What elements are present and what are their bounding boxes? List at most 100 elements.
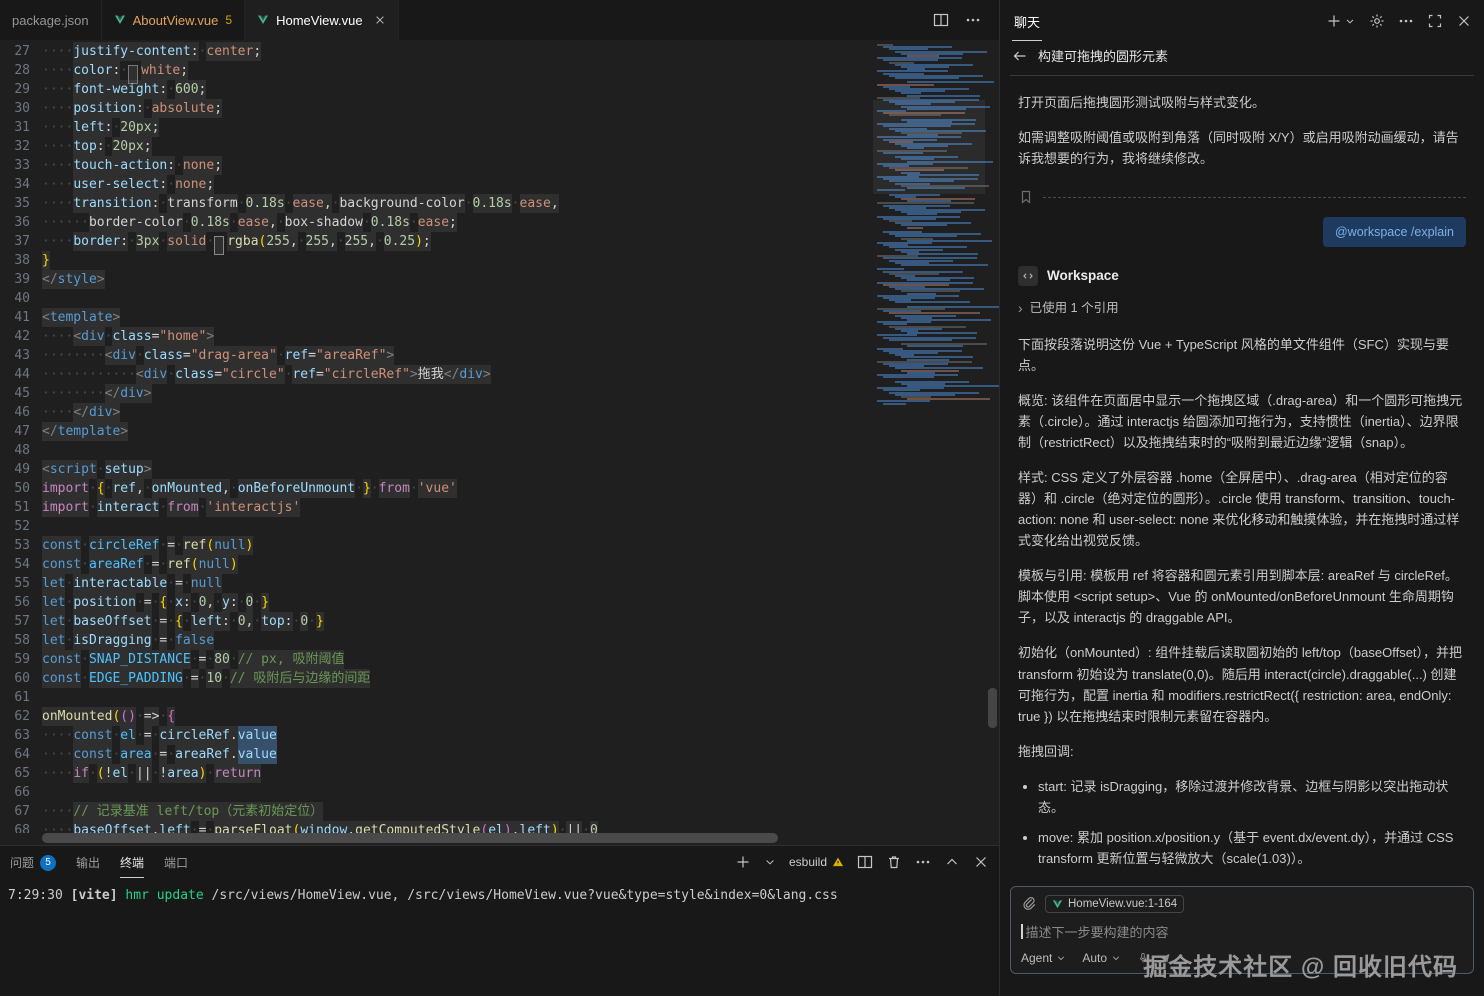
code-line: 40 (0, 289, 869, 308)
line-number: 65 (0, 764, 30, 783)
code-line: 64····const·area·=·areaRef.value (0, 745, 869, 764)
vue-logo-icon (257, 14, 269, 26)
code-line: 39</style> (0, 270, 869, 289)
line-number: 39 (0, 270, 30, 289)
line-number: 32 (0, 137, 30, 156)
split-editor-icon[interactable] (933, 12, 949, 28)
tab-label: package.json (12, 13, 89, 28)
minimap-line (895, 77, 959, 79)
new-terminal-icon[interactable] (735, 854, 751, 870)
code-line: 58let·isDragging·=·false (0, 631, 869, 650)
log-time: 7:29:30 (8, 888, 63, 903)
input-toolbar: Agent Auto (1021, 951, 1463, 965)
tab-aboutview[interactable]: AboutView.vue 5 (102, 0, 245, 40)
tab-package-json[interactable]: package.json (0, 0, 102, 40)
divider-line (1043, 197, 1466, 198)
tab-label: AboutView.vue (133, 13, 219, 28)
line-number: 45 (0, 384, 30, 403)
send-icon[interactable] (1159, 952, 1171, 964)
bookmark-icon[interactable] (1018, 189, 1034, 205)
horizontal-scrollbar[interactable] (42, 833, 778, 843)
chat-panel: 聊天 构建可拖拽的圆形元素 打开页面后拖拽圆形测试吸附与样式变化。如需调整吸附阈… (999, 0, 1484, 996)
line-number: 36 (0, 213, 30, 232)
open-in-editor-icon[interactable] (1427, 13, 1443, 29)
split-terminal-icon[interactable] (857, 854, 873, 870)
mic-icon[interactable] (1137, 952, 1149, 964)
close-icon[interactable] (1456, 13, 1472, 29)
terminal-actions: esbuild (735, 854, 989, 870)
chat-input-box[interactable]: HomeView.vue:1-164 描述下一步要构建的内容 Agent Aut… (1010, 886, 1474, 974)
line-number: 68 (0, 821, 30, 833)
close-panel-icon[interactable] (973, 854, 989, 870)
new-chat-button[interactable] (1326, 13, 1356, 29)
code-lines: 27····justify-content:·center;28····colo… (0, 42, 869, 833)
panel-tab-label: 问题 (10, 854, 34, 871)
prompt-input[interactable]: 描述下一步要构建的内容 (1021, 922, 1463, 941)
gear-icon[interactable] (1369, 13, 1385, 29)
assistant-paragraph: 样式: CSS 定义了外层容器 .home（全屏居中）、.drag-area（相… (1018, 467, 1466, 551)
paperclip-icon[interactable] (1021, 896, 1037, 912)
callback-item: start: 记录 isDragging，移除过渡并修改背景、边框与阴影以突出拖… (1038, 776, 1466, 818)
code-line: 37····border:·3px·solid·rgba(255,·255,·2… (0, 232, 869, 251)
line-number: 28 (0, 61, 30, 80)
line-number: 34 (0, 175, 30, 194)
tab-homeview[interactable]: HomeView.vue (245, 0, 398, 40)
line-number: 49 (0, 460, 30, 479)
model-label: Auto (1082, 951, 1107, 965)
line-number: 38 (0, 251, 30, 270)
log-action: hmr update (125, 888, 203, 903)
close-icon[interactable] (374, 14, 386, 26)
panel-tab-output[interactable]: 输出 (76, 847, 100, 877)
code-line: 38} (0, 251, 869, 270)
mode-picker[interactable]: Agent (1021, 951, 1066, 965)
minimap-viewport[interactable] (873, 100, 985, 194)
line-number: 67 (0, 802, 30, 821)
scrollbar-thumb[interactable] (988, 688, 997, 728)
warning-icon (832, 856, 844, 868)
minimap-line (907, 227, 923, 229)
vertical-scrollbar[interactable] (985, 40, 999, 845)
panel-tab-label: 终端 (120, 854, 144, 871)
user-message-pill[interactable]: @workspace /explain (1323, 217, 1466, 247)
code-line: 59const·SNAP_DISTANCE·=·80·// px, 吸附阈值 (0, 650, 869, 669)
code-line: 31····left:·20px; (0, 118, 869, 137)
vscode-window: package.json AboutView.vue 5 HomeView.vu… (0, 0, 1484, 996)
minimap[interactable] (873, 40, 985, 845)
tab-label: HomeView.vue (276, 13, 362, 28)
assistant-header: Workspace (1018, 265, 1466, 287)
more-icon[interactable] (1398, 13, 1414, 29)
line-number: 27 (0, 42, 30, 61)
chevron-down-icon[interactable] (764, 856, 776, 868)
terminal-profile[interactable]: esbuild (789, 855, 844, 869)
line-number: 46 (0, 403, 30, 422)
code-line: 66 (0, 783, 869, 802)
panel-tab-ports[interactable]: 端口 (164, 847, 188, 877)
user-message-row: @workspace /explain (1018, 217, 1466, 247)
code-line: 47</template> (0, 422, 869, 441)
minimap-line (907, 345, 963, 347)
line-number: 37 (0, 232, 30, 251)
references-toggle[interactable]: › 已使用 1 个引用 (1018, 297, 1466, 320)
line-number: 64 (0, 745, 30, 764)
minimap-line (895, 301, 970, 303)
line-number: 62 (0, 707, 30, 726)
line-number: 47 (0, 422, 30, 441)
code-line: 36······border-color·0.18s·ease,·box-sha… (0, 213, 869, 232)
code-line: 52 (0, 517, 869, 536)
back-arrow-icon[interactable] (1012, 48, 1028, 64)
context-attachment-chip[interactable]: HomeView.vue:1-164 (1045, 895, 1184, 913)
code-line: 44············<div·class="circle"·ref="c… (0, 365, 869, 384)
code-editor[interactable]: 27····justify-content:·center;28····colo… (0, 40, 999, 845)
chat-message-list[interactable]: 打开页面后拖拽圆形测试吸附与样式变化。如需调整吸附阈值或吸附到角落（同时吸附 X… (1000, 76, 1484, 880)
model-picker[interactable]: Auto (1082, 951, 1121, 965)
panel-tab-problems[interactable]: 问题 5 (10, 847, 56, 877)
more-icon[interactable] (965, 12, 981, 28)
panel-tab-terminal[interactable]: 终端 (120, 847, 144, 878)
more-icon[interactable] (915, 854, 931, 870)
trash-icon[interactable] (886, 854, 902, 870)
code-line: 62onMounted(()·=>·{ (0, 707, 869, 726)
assistant-paragraph: 模板与引用: 模板用 ref 将容器和圆元素引用到脚本层: areaRef 与 … (1018, 565, 1466, 628)
maximize-panel-icon[interactable] (944, 854, 960, 870)
terminal-profile-label: esbuild (789, 855, 827, 869)
line-number: 31 (0, 118, 30, 137)
